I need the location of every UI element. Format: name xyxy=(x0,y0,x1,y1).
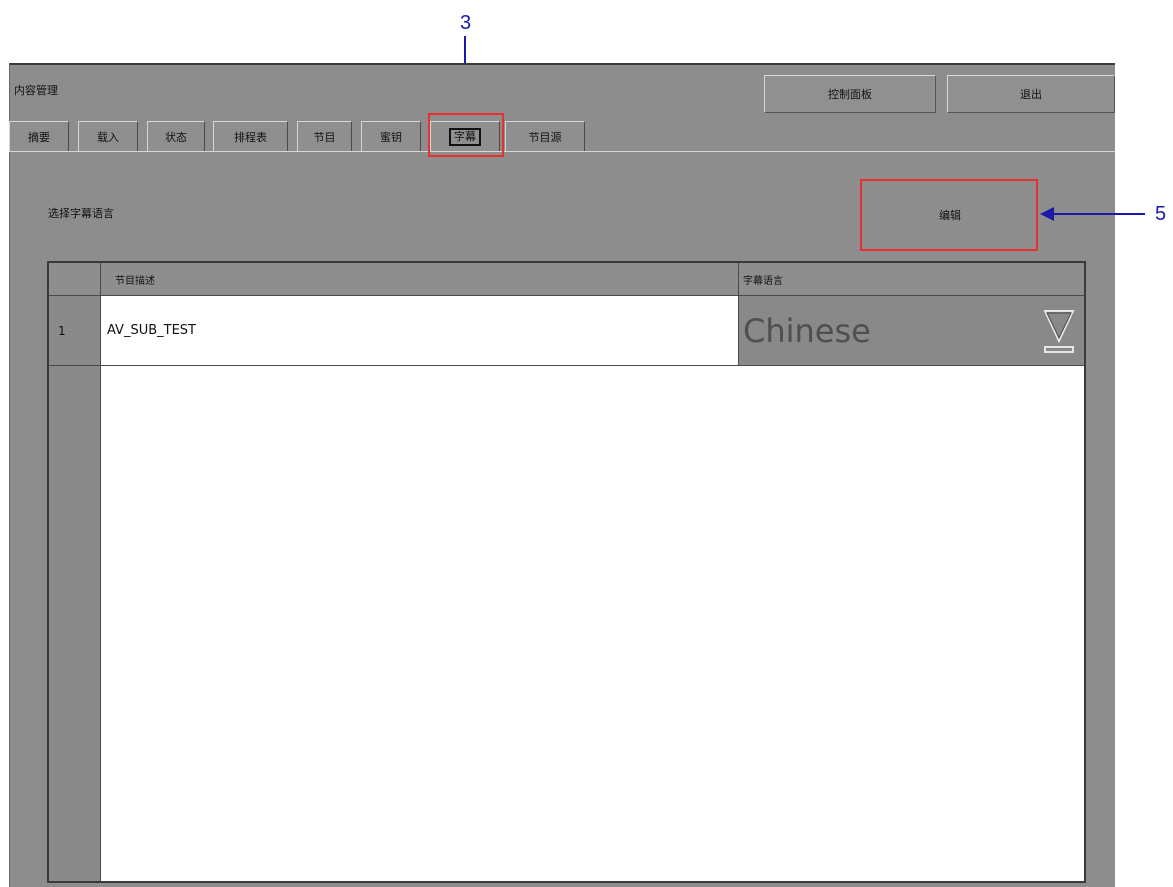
annotation-arrow-left-icon xyxy=(1040,207,1145,221)
tab-program-source[interactable]: 节目源 xyxy=(505,121,585,152)
control-panel-button[interactable]: 控制面板 xyxy=(764,75,936,113)
column-header-description: 节目描述 xyxy=(101,263,738,296)
annotation-number-3: 3 xyxy=(460,12,472,34)
subtitle-table: 节目描述 字幕语言 1 AV_SUB_TEST Chinese xyxy=(47,261,1086,883)
tab-keys[interactable]: 蜜钥 xyxy=(361,121,421,152)
column-header-corner xyxy=(49,263,101,296)
window-title: 内容管理 xyxy=(14,84,58,97)
tab-program[interactable]: 节目 xyxy=(297,121,352,152)
tab-load[interactable]: 载入 xyxy=(78,121,138,152)
tab-status[interactable]: 状态 xyxy=(147,121,205,152)
language-dropdown-value: Chinese xyxy=(743,311,871,350)
exit-button[interactable]: 退出 xyxy=(947,75,1115,113)
annotation-box-tab xyxy=(428,113,504,157)
tab-schedule[interactable]: 排程表 xyxy=(213,121,288,152)
annotation-box-edit xyxy=(860,179,1038,251)
tab-divider xyxy=(9,151,1115,152)
triangle-down-icon[interactable] xyxy=(1042,307,1076,355)
language-dropdown[interactable]: Chinese xyxy=(738,296,1084,366)
row-number: 1 xyxy=(49,296,101,366)
tab-summary[interactable]: 摘要 xyxy=(9,121,69,152)
select-subtitle-language-label: 选择字幕语言 xyxy=(48,207,114,220)
annotation-number-5: 5 xyxy=(1155,203,1167,225)
table-cell-description[interactable]: AV_SUB_TEST xyxy=(101,296,738,366)
column-header-subtitle-language: 字幕语言 xyxy=(738,263,1084,296)
